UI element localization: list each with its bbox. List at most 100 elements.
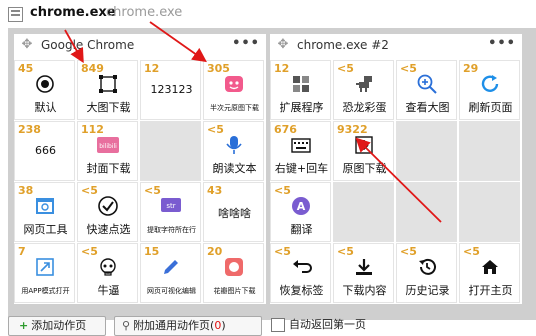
- action-label: 打开主页: [468, 284, 513, 297]
- empty-slot[interactable]: [459, 182, 520, 242]
- more-menu-icon[interactable]: •••: [232, 36, 260, 51]
- action-cell[interactable]: <5 恢复标签: [270, 243, 331, 303]
- web-tool-icon: [33, 194, 57, 218]
- action-cell[interactable]: <5 str 提取字符所在行: [140, 182, 201, 242]
- microphone-icon: [222, 133, 246, 157]
- pink-app-icon: [222, 72, 246, 96]
- refresh-icon: [478, 72, 502, 96]
- tab-chrome-exe-active[interactable]: chrome.exe: [30, 5, 116, 20]
- action-label: 查看大图: [405, 101, 450, 114]
- move-handle-icon[interactable]: ✥: [276, 38, 290, 52]
- action-cell[interactable]: <5 下载内容: [333, 243, 394, 303]
- panel-header[interactable]: ✥ Google Chrome •••: [14, 34, 266, 56]
- action-cell[interactable]: <5 朗读文本: [203, 121, 264, 181]
- action-cell[interactable]: <5 历史记录: [396, 243, 457, 303]
- empty-slot[interactable]: [396, 182, 457, 242]
- action-label: 历史记录: [405, 284, 450, 297]
- empty-slot[interactable]: [396, 121, 457, 181]
- home-icon: [478, 255, 502, 279]
- download-icon: [352, 255, 376, 279]
- action-cell[interactable]: 38 网页工具: [14, 182, 75, 242]
- action-label: 花瓣图片下载: [213, 287, 256, 295]
- usage-count: 238: [18, 123, 41, 136]
- action-grid: 45 默认 849 大图下载 12 123123 305 半次元原图下载 238 666 112 bi…: [14, 60, 266, 304]
- check-circle-icon: [96, 194, 120, 218]
- action-cell[interactable]: 12 扩展程序: [270, 60, 331, 120]
- action-cell[interactable]: <5 快速点选: [77, 182, 138, 242]
- svg-text:A: A: [297, 200, 306, 213]
- action-label: 123123: [150, 83, 193, 96]
- plus-icon: +: [19, 319, 29, 332]
- usage-count: 20: [207, 245, 223, 258]
- action-cell[interactable]: 849 大图下载: [77, 60, 138, 120]
- bilibili-icon: bilibili: [96, 133, 120, 157]
- action-cell[interactable]: <5 查看大图: [396, 60, 457, 120]
- usage-count: 29: [463, 62, 479, 75]
- auto-return-checkbox[interactable]: [271, 318, 285, 332]
- action-label: 恐龙彩蛋: [342, 101, 387, 114]
- download-box-icon: [352, 133, 376, 157]
- empty-slot[interactable]: [459, 121, 520, 181]
- action-cell[interactable]: 29 刷新页面: [459, 60, 520, 120]
- action-cell[interactable]: 238 666: [14, 121, 75, 181]
- usage-count: 12: [274, 62, 290, 75]
- panel-chrome-exe-2: ✥ chrome.exe #2 ••• 12 扩展程序 <5 恐龙彩蛋 <5 查看大图 29…: [270, 34, 522, 304]
- panel-title: chrome.exe #2: [297, 38, 389, 52]
- target-icon: [33, 72, 57, 96]
- str-icon: str: [159, 194, 183, 218]
- move-handle-icon[interactable]: ✥: [20, 38, 34, 52]
- skull-icon: [96, 255, 120, 279]
- action-label: 扩展程序: [279, 101, 324, 114]
- action-label: 半次元原图下载: [210, 104, 259, 112]
- action-cell[interactable]: 7 用APP模式打开: [14, 243, 75, 303]
- action-label: 朗读文本: [212, 162, 257, 175]
- action-cell[interactable]: 112 bilibili 封面下载: [77, 121, 138, 181]
- dino-icon: [352, 72, 376, 96]
- action-cell[interactable]: <5 A 翻译: [270, 182, 331, 242]
- usage-count: 43: [207, 184, 223, 197]
- paperclip-icon: ⚲: [122, 319, 131, 332]
- keyboard-icon: [289, 133, 313, 157]
- action-cell[interactable]: <5 牛逼: [77, 243, 138, 303]
- auto-return-label: 自动返回第一页: [289, 318, 366, 331]
- more-menu-icon[interactable]: •••: [488, 36, 516, 51]
- action-cell[interactable]: <5 打开主页: [459, 243, 520, 303]
- action-cell[interactable]: 12 123123: [140, 60, 201, 120]
- action-label: 原图下载: [342, 162, 387, 175]
- action-cell[interactable]: 676 右键+回车: [270, 121, 331, 181]
- zoom-in-icon: [415, 72, 439, 96]
- add-common-label: 附加通用动作页(: [133, 319, 215, 332]
- usage-count: 7: [18, 245, 26, 258]
- action-cell[interactable]: 43 啥啥啥: [203, 182, 264, 242]
- add-common-action-page-button[interactable]: ⚲ 附加通用动作页(0): [114, 316, 262, 336]
- usage-count: 38: [18, 184, 34, 197]
- translate-icon: A: [289, 194, 313, 218]
- action-cell[interactable]: 45 默认: [14, 60, 75, 120]
- app-open-icon: [33, 255, 57, 279]
- empty-slot[interactable]: [333, 182, 394, 242]
- action-cell[interactable]: <5 恐龙彩蛋: [333, 60, 394, 120]
- history-icon: [415, 255, 439, 279]
- action-cell[interactable]: 305 半次元原图下载: [203, 60, 264, 120]
- action-cell[interactable]: 20 花瓣图片下载: [203, 243, 264, 303]
- action-label: 牛逼: [97, 284, 120, 297]
- action-cell[interactable]: 15 网页可视化编辑: [140, 243, 201, 303]
- svg-text:str: str: [166, 202, 175, 210]
- action-label: 刷新页面: [468, 101, 513, 114]
- crop-icon: [96, 72, 120, 96]
- usage-count: 15: [144, 245, 160, 258]
- action-cell[interactable]: 9322 原图下载: [333, 121, 394, 181]
- tab-chrome-exe-inactive[interactable]: chrome.exe: [106, 5, 182, 20]
- undo-icon: [289, 255, 313, 279]
- add-action-page-label: 添加动作页: [31, 319, 87, 332]
- action-label: 下载内容: [342, 284, 387, 297]
- add-action-page-button[interactable]: + 添加动作页: [8, 316, 106, 336]
- usage-count: 12: [144, 62, 160, 75]
- panel-header[interactable]: ✥ chrome.exe #2 •••: [270, 34, 522, 56]
- action-label: 提取字符所在行: [147, 226, 196, 234]
- action-label: 封面下载: [86, 162, 131, 175]
- empty-slot[interactable]: [140, 121, 201, 181]
- petal-icon: [222, 255, 246, 279]
- action-label: 右键+回车: [274, 162, 329, 175]
- action-grid: 12 扩展程序 <5 恐龙彩蛋 <5 查看大图 29 刷新页面 676 右键+回车 9322 原图下载…: [270, 60, 522, 304]
